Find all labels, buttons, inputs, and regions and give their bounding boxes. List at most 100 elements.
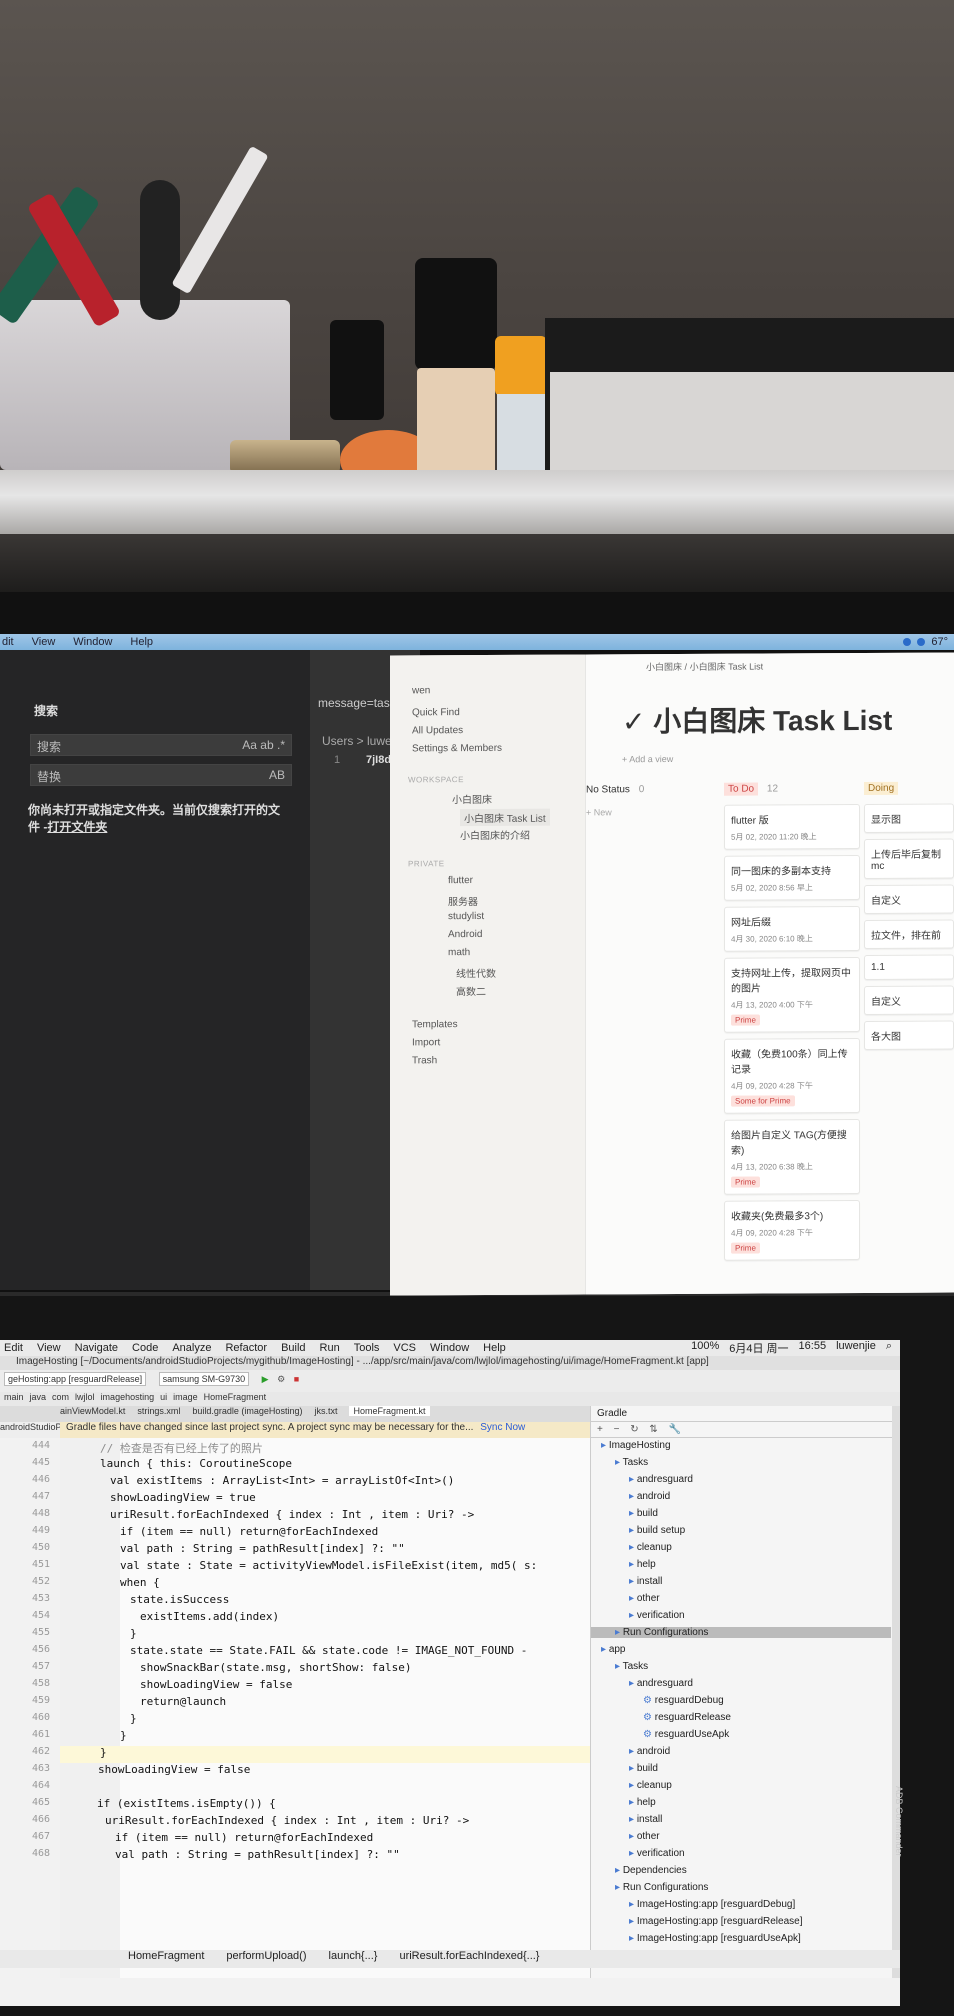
crumb[interactable]: java [30,1392,47,1402]
editor-tab[interactable]: HomeFragment.kt [349,1406,430,1416]
gradle-node[interactable]: ▸ build [591,1763,891,1774]
editor-tab[interactable]: build.gradle (imageHosting) [192,1406,302,1416]
menu-item[interactable]: Help [483,1342,506,1354]
trash-link[interactable]: Trash [412,1055,437,1066]
sidebar-item-android[interactable]: Android [448,929,482,940]
gradle-node[interactable]: ▸ android [591,1746,891,1757]
gradle-node[interactable]: ⚙ resguardUseApk [591,1729,891,1740]
crumb[interactable]: imagehosting [101,1392,155,1402]
sidebar-item-studylist[interactable]: studylist [448,911,484,922]
import-link[interactable]: Import [412,1037,440,1048]
gradle-node[interactable]: ▸ install [591,1576,891,1587]
gradle-node[interactable]: ▸ ImageHosting:app [resguardUseApk] [591,1933,891,1944]
editor-tab[interactable]: message=tas [318,696,390,710]
device-select[interactable]: samsung SM-G9730 [158,1372,250,1386]
gradle-node[interactable]: ▸ help [591,1559,891,1570]
run-icon[interactable]: ▶ [262,1374,269,1384]
add-icon[interactable]: + [597,1424,603,1435]
gradle-node[interactable]: ▸ andresguard [591,1474,891,1485]
menu-item[interactable]: Run [320,1342,340,1354]
replace-options[interactable]: AB [269,768,285,782]
menu-item[interactable]: Tools [354,1342,380,1354]
task-card[interactable]: 同一图床的多副本支持 5月 02, 2020 8:56 早上 [724,855,860,901]
gradle-node[interactable]: ▸ build setup [591,1525,891,1536]
remove-icon[interactable]: − [614,1424,620,1435]
gradle-node[interactable]: ▸ ImageHosting:app [resguardDebug] [591,1899,891,1910]
gradle-node[interactable]: ▸ verification [591,1610,891,1621]
crumb[interactable]: main [4,1392,24,1402]
menu-item[interactable]: View [37,1342,61,1354]
gradle-node[interactable]: ▸ Tasks [591,1661,891,1672]
gradle-node[interactable]: ▸ app [591,1644,891,1655]
task-card[interactable]: 收藏（免费100条）同上传记录 4月 09, 2020 4:28 下午 Some f… [724,1038,860,1114]
menu-item[interactable]: View [32,636,56,648]
replace-input[interactable]: 替换 AB [30,764,292,786]
editor-tab[interactable]: strings.xml [137,1406,180,1416]
search-input[interactable]: 搜索 Aa ab .* [30,734,292,756]
menu-item[interactable]: Help [130,636,153,648]
task-card[interactable]: 网址后缀 4月 30, 2020 6:10 晚上 [724,906,860,952]
sidebar-item-math[interactable]: math [448,947,470,958]
refresh-icon[interactable]: ↻ [630,1424,638,1435]
sidebar-item-linear-algebra[interactable]: 线性代数 [456,965,496,980]
add-view-button[interactable]: + Add a view [622,754,673,764]
task-card[interactable]: 自定义 [864,884,954,914]
task-card[interactable]: 支持网址上传，提取网页中的图片 4月 13, 2020 4:00 下午 Prime [724,957,860,1033]
run-config-select[interactable]: geHosting:app [resguardRelease] [4,1372,147,1386]
user-text[interactable]: luwenjie [836,1340,876,1356]
crumb[interactable]: image [173,1392,198,1402]
task-card[interactable]: flutter 版 5月 02, 2020 11:20 晚上 [724,804,860,850]
adb-commander-label[interactable]: ADB Commander [894,1786,904,1857]
footer-crumb[interactable]: HomeFragment [128,1950,204,1962]
gradle-node[interactable]: ▸ Tasks [591,1457,891,1468]
gradle-node[interactable]: ▸ Dependencies [591,1865,891,1876]
gradle-node[interactable]: ▸ cleanup [591,1542,891,1553]
task-card[interactable]: 拉文件，排在前 [864,919,954,949]
code-area[interactable]: 444 // 检查是否有已经上传了的照片 445 launch { this: Cor… [32,1438,590,1978]
menu-item[interactable]: Code [132,1342,158,1354]
gradle-node[interactable]: ▸ other [591,1831,891,1842]
task-card[interactable]: 上传后毕后复制 mc [864,838,954,879]
sync-now-link[interactable]: Sync Now [480,1422,525,1433]
gradle-node[interactable]: ▸ Run Configurations [591,1882,891,1893]
gradle-node[interactable]: ▸ verification [591,1848,891,1859]
stop-icon[interactable]: ■ [294,1374,299,1384]
task-card[interactable]: 各大图 [864,1020,954,1050]
gradle-node[interactable]: ⚙ resguardDebug [591,1695,891,1706]
sidebar-item-calculus[interactable]: 高数二 [456,983,486,998]
workspace-user[interactable]: wen [412,685,430,696]
gradle-node[interactable]: ⚙ resguardRelease [591,1712,891,1723]
crumb[interactable]: ui [160,1392,167,1402]
expand-icon[interactable]: ⇅ [649,1424,657,1435]
menu-item[interactable]: Refactor [225,1342,267,1354]
sidebar-item-flutter[interactable]: flutter [448,875,473,886]
gradle-node[interactable]: ▸ other [591,1593,891,1604]
task-card[interactable]: 自定义 [864,985,954,1015]
task-card[interactable]: 显示图 [864,803,954,833]
settings-members[interactable]: Settings & Members [412,743,502,754]
menu-item[interactable]: Analyze [172,1342,211,1354]
crumb[interactable]: 小白图床 Task List [690,662,764,672]
gradle-node[interactable]: ▸ android [591,1491,891,1502]
debug-icon[interactable]: ⚙ [277,1374,285,1384]
menu-item[interactable]: Edit [4,1342,23,1354]
menu-item[interactable]: Window [73,636,112,648]
sidebar-item-intro[interactable]: 小白图床的介绍 [460,827,530,842]
editor-tab[interactable]: ainViewModel.kt [60,1406,125,1416]
crumb[interactable]: 小白图床 [646,662,682,672]
all-updates[interactable]: All Updates [412,725,463,736]
search-icon[interactable]: ⌕ [886,1340,892,1356]
crumb[interactable]: lwjlol [75,1392,95,1402]
gradle-node[interactable]: ▸ ImageHosting:app [resguardRelease] [591,1916,891,1927]
gradle-node[interactable]: ▸ Run Configurations [591,1627,891,1638]
sidebar-item-task-list[interactable]: 小白图床 Task List [460,808,550,827]
footer-crumb[interactable]: launch{...} [329,1950,378,1962]
sidebar-item-workspace[interactable]: 小白图床 [452,791,492,806]
gradle-node[interactable]: ▸ help [591,1797,891,1808]
gradle-node[interactable]: ▸ build [591,1508,891,1519]
menu-item[interactable]: Window [430,1342,469,1354]
footer-crumb[interactable]: performUpload() [226,1950,306,1962]
wrench-icon[interactable]: 🔧 [669,1424,681,1435]
templates-link[interactable]: Templates [412,1019,458,1030]
crumb[interactable]: HomeFragment [204,1392,267,1402]
